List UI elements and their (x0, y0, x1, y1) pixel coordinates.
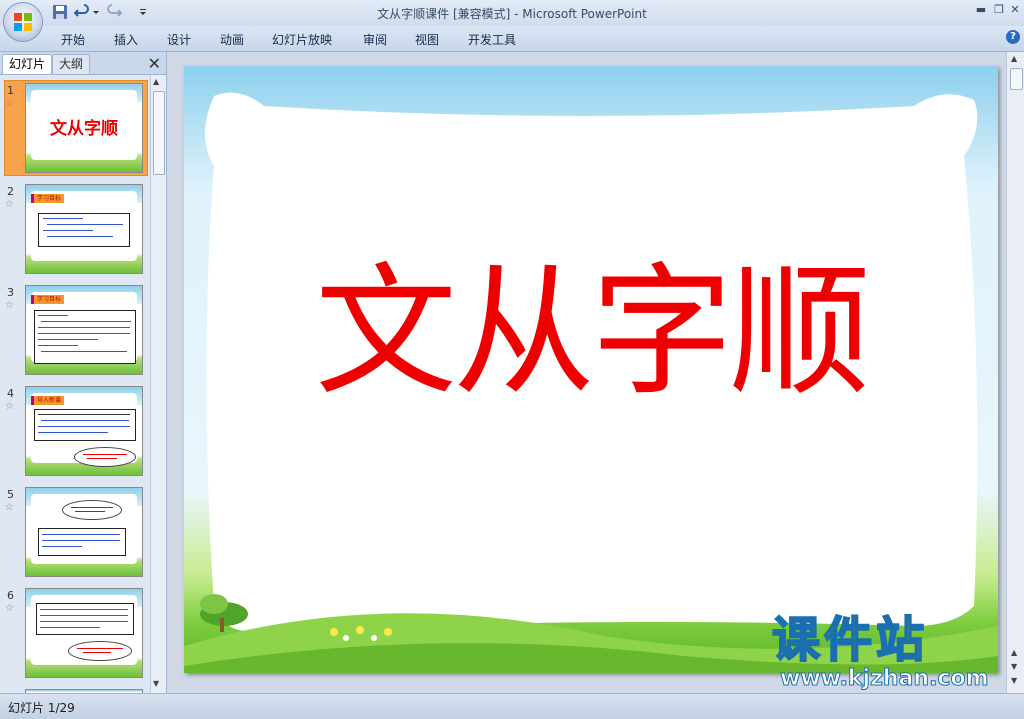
animation-star-icon: ☆ (5, 401, 14, 412)
animation-star-icon: ☆ (5, 502, 14, 513)
thumbnail-badge: 学习目标 (31, 295, 65, 304)
title-bar: 文从字顺课件 [兼容模式] - Microsoft PowerPoint ▬ ❐… (0, 0, 1024, 41)
animation-star-icon: ☆ (5, 603, 14, 614)
thumbnail-textbox (36, 603, 134, 635)
scroll-up-icon[interactable]: ▲ (1011, 54, 1017, 63)
thumbnail-textbox (34, 409, 136, 441)
tab-view[interactable]: 视图 (415, 31, 439, 48)
tab-slideshow[interactable]: 幻灯片放映 (272, 31, 332, 48)
pane-tabs: 幻灯片 大纲 ✕ (0, 52, 166, 75)
thumbnail-textbox (38, 213, 130, 247)
scrollbar-thumb[interactable] (153, 91, 165, 175)
ribbon-tabs: 开始 插入 设计 动画 幻灯片放映 审阅 视图 开发工具 (0, 26, 1024, 52)
thumbnail-row[interactable]: 6 ☆ (0, 585, 150, 681)
watermark-url: www.kjzhan.com (780, 666, 990, 691)
thumbnail-row[interactable]: 1 ☆ 文从字顺 (0, 80, 150, 176)
thumbnail-textbox (38, 528, 126, 556)
close-pane-icon[interactable]: ✕ (148, 54, 161, 73)
watermark-brand: 课件站 (771, 612, 929, 668)
thumbnail-title: 文从字顺 (50, 119, 118, 139)
slide-counter: 幻灯片 1/29 (8, 701, 75, 715)
scrollbar-thumb[interactable] (1010, 68, 1023, 90)
slide-thumbnail[interactable] (25, 588, 143, 678)
scroll-down-icon[interactable]: ▼ (153, 679, 159, 688)
minimize-button[interactable]: ▬ (972, 2, 990, 18)
thumbnail-row[interactable]: 4 ☆ 导入新课 (0, 383, 150, 479)
thumbnail-callout (74, 447, 136, 467)
tab-slides[interactable]: 幻灯片 (2, 54, 53, 74)
slides-pane: 幻灯片 大纲 ✕ 1 ☆ 文从字顺 2 ☆ 学习目标 3 ☆ 学习目标 4 ☆ … (0, 52, 167, 693)
animation-star-icon: ☆ (5, 98, 14, 109)
office-logo-icon (14, 13, 32, 31)
watermark: 课件站 www.kjzhan.com (771, 615, 1012, 694)
animation-star-icon: ☆ (5, 199, 14, 210)
office-button[interactable] (4, 3, 42, 41)
tab-animations[interactable]: 动画 (220, 31, 244, 48)
slide-title[interactable]: 文从字顺 (184, 262, 998, 404)
thumbnail-scrollbar[interactable]: ▲ ▼ (150, 75, 166, 693)
slide-number: 4 (7, 387, 14, 400)
tab-developer[interactable]: 开发工具 (468, 31, 516, 48)
thumbnail-row[interactable]: 5 ☆ (0, 484, 150, 580)
slide-number: 3 (7, 286, 14, 299)
slide-thumbnail[interactable]: 学习目标 (25, 285, 143, 375)
scroll-up-icon[interactable]: ▲ (153, 77, 159, 86)
main-scrollbar[interactable]: ▲ ▲ ▼ ▼ (1006, 52, 1024, 693)
tab-outline[interactable]: 大纲 (52, 54, 91, 74)
thumbnail-badge: 导入新课 (31, 396, 65, 405)
tab-insert[interactable]: 插入 (114, 31, 138, 48)
slide-thumbnail[interactable]: 导入新课 (25, 386, 143, 476)
slide-number: 2 (7, 185, 14, 198)
slide-number: 6 (7, 589, 14, 602)
slide-thumbnail[interactable] (25, 487, 143, 577)
close-button[interactable]: ✕ (1006, 2, 1024, 18)
thumbnail-callout (68, 641, 132, 661)
thumbnail-badge: 学习目标 (31, 194, 65, 203)
help-icon[interactable]: ? (1006, 30, 1020, 44)
current-slide[interactable]: 文从字顺 (184, 66, 998, 673)
slide-editor: 文从字顺 (168, 52, 1006, 693)
slide-thumbnail[interactable]: 文从字顺 (25, 83, 143, 173)
slide-thumbnail[interactable]: 学习目标 (25, 184, 143, 274)
thumbnail-callout (62, 500, 122, 520)
slide-number: 5 (7, 488, 14, 501)
tab-home[interactable]: 开始 (61, 31, 85, 48)
slide-number: 1 (7, 84, 14, 97)
tab-review[interactable]: 审阅 (363, 31, 387, 48)
thumbnail-row[interactable]: 2 ☆ 学习目标 (0, 181, 150, 277)
thumbnail-row[interactable] (0, 686, 150, 693)
thumbnail-textbox (34, 310, 136, 364)
window-title: 文从字顺课件 [兼容模式] - Microsoft PowerPoint (377, 7, 647, 21)
thumbnail-row[interactable]: 3 ☆ 学习目标 (0, 282, 150, 378)
animation-star-icon: ☆ (5, 300, 14, 311)
thumbnail-list: 1 ☆ 文从字顺 2 ☆ 学习目标 3 ☆ 学习目标 4 ☆ 导入新课 5 ☆ … (0, 75, 150, 693)
status-bar: 幻灯片 1/29 (0, 693, 1024, 719)
tab-design[interactable]: 设计 (167, 31, 191, 48)
